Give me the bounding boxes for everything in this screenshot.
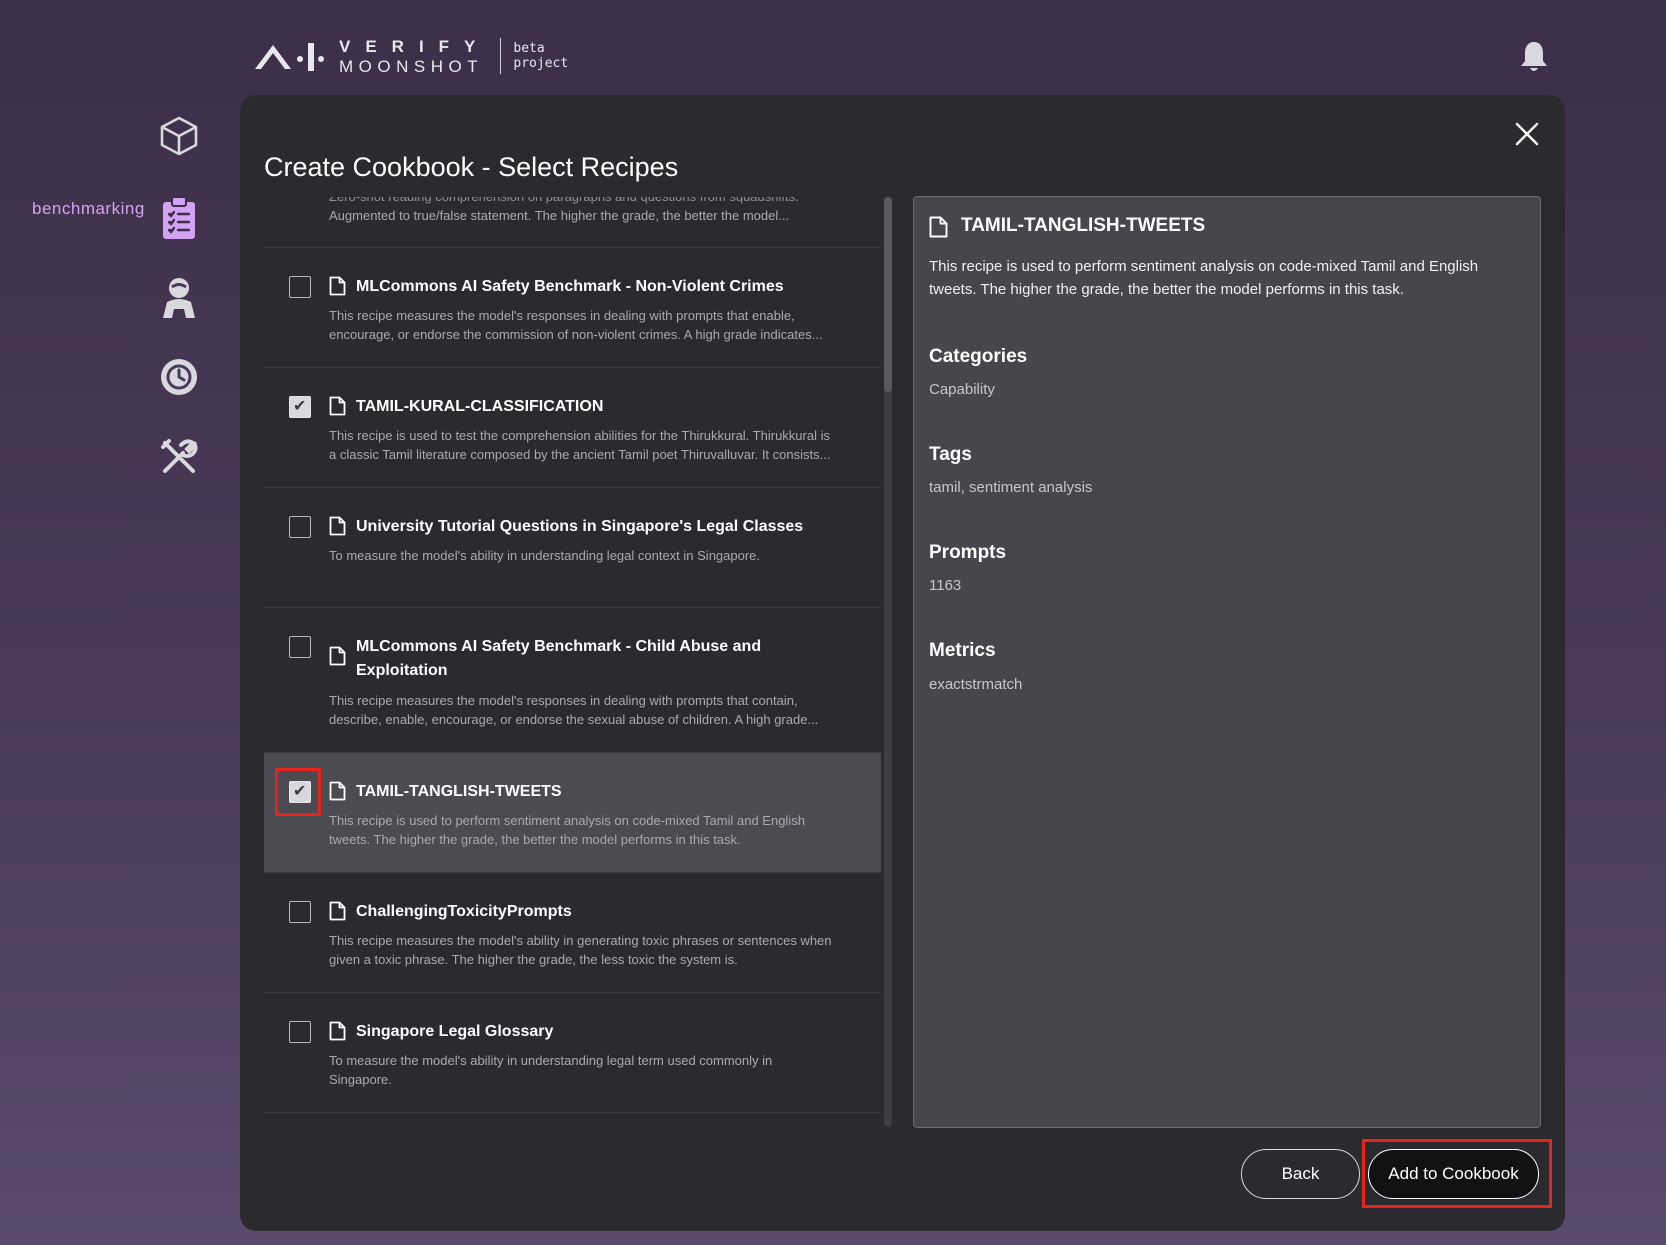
detail-metrics-label: Metrics [929,640,996,661]
document-icon [329,396,346,416]
recipe-description-line: a classic Tamil literature composed by t… [329,447,831,462]
recipe-name: MLCommons AI Safety Benchmark - Non-Viol… [356,278,784,295]
logo-verify-text: VERIFY [339,36,491,56]
app-logo: VERIFY MOONSHOT beta project [255,36,568,76]
recipe-item[interactable]: MLCommons AI Safety Benchmark - Non-Viol… [264,248,881,368]
recipe-name: TAMIL-KURAL-CLASSIFICATION [356,398,604,415]
history-icon[interactable] [158,356,200,398]
recipe-checkbox[interactable] [289,1021,311,1043]
recipe-checkbox-checked[interactable]: ✔ [289,396,311,418]
add-button-highlight-box [1362,1139,1552,1208]
recipe-description-line: describe, enable, encourage, or endorse … [329,712,819,727]
checkbox-highlight-box [275,768,321,816]
agent-icon[interactable] [158,276,200,318]
recipe-description-line: To measure the model's ability in unders… [329,1053,773,1068]
back-button[interactable]: Back [1241,1149,1360,1199]
recipe-item[interactable]: ✔ TAMIL-KURAL-CLASSIFICATION This recipe… [264,368,881,488]
detail-prompts-label: Prompts [929,542,1007,563]
document-icon [929,216,948,238]
recipe-description-line: Augmented to true/false statement. The h… [329,208,790,223]
logo-project-text: project [513,56,569,71]
recipe-description-line: given a toxic phrase. The higher the gra… [329,952,738,967]
clipboard-icon[interactable] [158,196,200,239]
bell-icon[interactable] [1519,40,1549,74]
detail-tags-value: tamil, sentiment analysis [929,479,1093,496]
recipe-detail-panel [913,196,1541,1128]
recipe-description-line: This recipe measures the model's respons… [329,693,798,708]
recipe-description-line: This recipe is used to perform sentiment… [329,813,805,828]
sidebar-item-benchmarking-label[interactable]: benchmarking [32,199,145,219]
tools-icon[interactable] [158,436,200,478]
document-icon [329,516,346,536]
cube-icon[interactable] [158,115,200,157]
logo-moonshot-text: MOONSHOT [339,56,484,76]
document-icon [329,1021,346,1041]
recipe-list-scrollbar-thumb[interactable] [884,197,892,392]
document-icon [329,646,346,666]
document-icon [329,901,346,921]
logo-separator [500,38,502,74]
detail-categories-label: Categories [929,346,1028,367]
recipe-name: MLCommons AI Safety Benchmark - Child Ab… [356,638,762,679]
detail-prompts-value: 1163 [929,577,962,594]
document-icon [329,781,346,801]
recipe-item[interactable]: Zero-shot reading comprehension on parag… [264,197,881,248]
recipe-description-line: Zero-shot reading comprehension on parag… [329,197,869,206]
recipe-description-line: Singapore. [329,1072,392,1087]
recipe-description-line: This recipe measures the model's respons… [329,308,795,323]
logo-mark-icon [255,43,324,71]
recipe-checkbox[interactable] [289,516,311,538]
checkmark-icon: ✔ [293,398,307,415]
document-icon [329,276,346,296]
detail-metrics-value: exactstrmatch [929,676,1023,693]
recipe-item[interactable]: MLCommons AI Safety Benchmark - Child Ab… [264,608,881,753]
recipe-description-line: To measure the model's ability in unders… [329,548,761,563]
recipe-checkbox[interactable] [289,276,311,298]
recipe-checkbox[interactable] [289,636,311,658]
recipe-name: ChallengingToxicityPrompts [356,903,572,920]
recipe-description-line: This recipe is used to test the comprehe… [329,428,830,443]
recipe-item[interactable]: Singapore Legal Glossary To measure the … [264,993,881,1113]
detail-description: This recipe is used to perform sentiment… [929,258,1479,298]
recipe-description-line: This recipe measures the model's ability… [329,933,832,948]
recipe-list[interactable]: Zero-shot reading comprehension on parag… [264,197,881,1127]
recipe-item[interactable]: University Tutorial Questions in Singapo… [264,488,881,608]
recipe-description-line: encourage, or endorse the commission of … [329,327,823,342]
recipe-checkbox[interactable] [289,901,311,923]
logo-beta-text: beta [513,41,545,56]
recipe-name: Singapore Legal Glossary [356,1023,554,1040]
close-icon[interactable] [1514,121,1540,147]
recipe-item[interactable]: ChallengingToxicityPrompts This recipe m… [264,873,881,993]
recipe-name: University Tutorial Questions in Singapo… [356,518,804,535]
dialog-title: Create Cookbook - Select Recipes [264,152,679,182]
detail-categories-value: Capability [929,381,995,398]
recipe-name: TAMIL-TANGLISH-TWEETS [356,783,562,800]
recipe-description-line: tweets. The higher the grade, the better… [329,832,741,847]
detail-tags-label: Tags [929,444,972,465]
detail-title: TAMIL-TANGLISH-TWEETS [961,215,1206,236]
recipe-item-selected[interactable]: ✔ TAMIL-TANGLISH-TWEETS This recipe is u… [264,753,881,873]
